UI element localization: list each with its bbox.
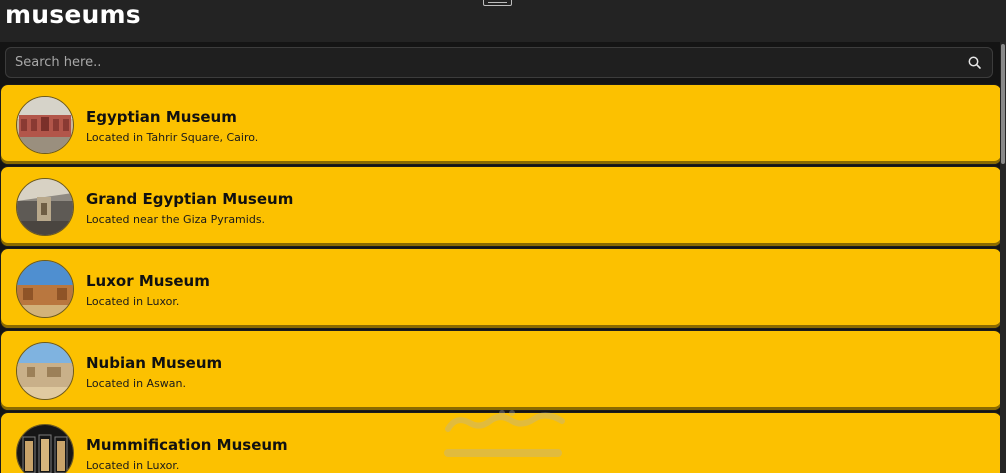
- app-window: museums Search here.. Egyptian Museum Lo…: [0, 0, 1006, 473]
- museum-name: Luxor Museum: [86, 272, 210, 290]
- search-input[interactable]: [6, 48, 946, 77]
- museum-name: Mummification Museum: [86, 436, 288, 454]
- hamburger-menu-icon[interactable]: [483, 0, 512, 6]
- museum-location: Located in Luxor.: [86, 295, 180, 308]
- museum-card[interactable]: Mummification Museum Located in Luxor.: [0, 412, 1002, 473]
- museum-name: Nubian Museum: [86, 354, 223, 372]
- museum-card[interactable]: Luxor Museum Located in Luxor.: [0, 248, 1002, 329]
- museum-card[interactable]: Nubian Museum Located in Aswan.: [0, 330, 1002, 411]
- museum-list: Egyptian Museum Located in Tahrir Square…: [0, 84, 1002, 473]
- grand-egyptian-museum-photo: [16, 178, 74, 236]
- scrollbar-thumb[interactable]: [1001, 44, 1005, 164]
- museum-location: Located in Aswan.: [86, 377, 186, 390]
- search-bar: [5, 47, 993, 78]
- museum-location: Located in Tahrir Square, Cairo.: [86, 131, 259, 144]
- vertical-scrollbar[interactable]: [1000, 42, 1006, 473]
- egyptian-museum-photo: [16, 96, 74, 154]
- menu-line: [488, 2, 507, 3]
- top-bar: museums: [0, 0, 1006, 42]
- mummification-museum-photo: [16, 424, 74, 473]
- museum-card[interactable]: Egyptian Museum Located in Tahrir Square…: [0, 84, 1002, 165]
- museum-name: Egyptian Museum: [86, 108, 237, 126]
- search-icon[interactable]: [966, 54, 984, 72]
- museum-name: Grand Egyptian Museum: [86, 190, 294, 208]
- museum-location: Located near the Giza Pyramids.: [86, 213, 266, 226]
- museum-card[interactable]: Grand Egyptian Museum Located near the G…: [0, 166, 1002, 247]
- luxor-museum-photo: [16, 260, 74, 318]
- museum-location: Located in Luxor.: [86, 459, 180, 472]
- nubian-museum-photo: [16, 342, 74, 400]
- app-title: museums: [5, 0, 141, 29]
